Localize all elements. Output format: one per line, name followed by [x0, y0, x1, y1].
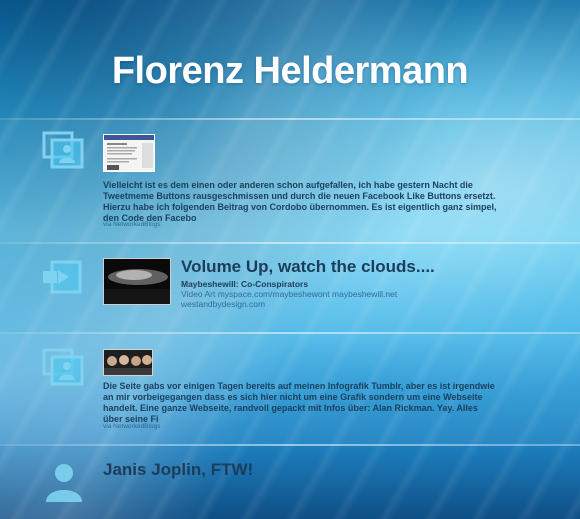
- video-icon: [43, 260, 82, 294]
- photo-stack-icon: [42, 131, 84, 169]
- via-label[interactable]: via NetworkedBlogs: [103, 423, 160, 430]
- video-title[interactable]: Volume Up, watch the clouds....: [181, 257, 435, 277]
- post-thumbnail[interactable]: [103, 349, 153, 376]
- clouds-video-image: [104, 259, 170, 304]
- via-label[interactable]: via NetworkedBlogs: [103, 221, 160, 228]
- page-title: Florenz Heldermann: [111, 50, 469, 92]
- divider: [0, 444, 580, 446]
- person-icon: [46, 464, 82, 502]
- post-thumbnail[interactable]: [103, 134, 155, 172]
- webpage-screenshot-image: [104, 135, 154, 170]
- post-excerpt: Vielleicht ist es dem einen oder anderen…: [103, 180, 497, 223]
- photo-stack-icon: [42, 348, 84, 386]
- post-excerpt: Die Seite gabs vor einigen Tagen bereits…: [103, 381, 495, 424]
- video-subtitle: Maybeshewill: Co-Conspirators: [181, 279, 309, 289]
- portrait-collage-image: [104, 350, 152, 375]
- video-thumbnail[interactable]: [103, 258, 171, 305]
- video-description: Video Art myspace.com/maybeshewont maybe…: [181, 289, 398, 309]
- status-text: Janis Joplin, FTW!: [103, 460, 254, 479]
